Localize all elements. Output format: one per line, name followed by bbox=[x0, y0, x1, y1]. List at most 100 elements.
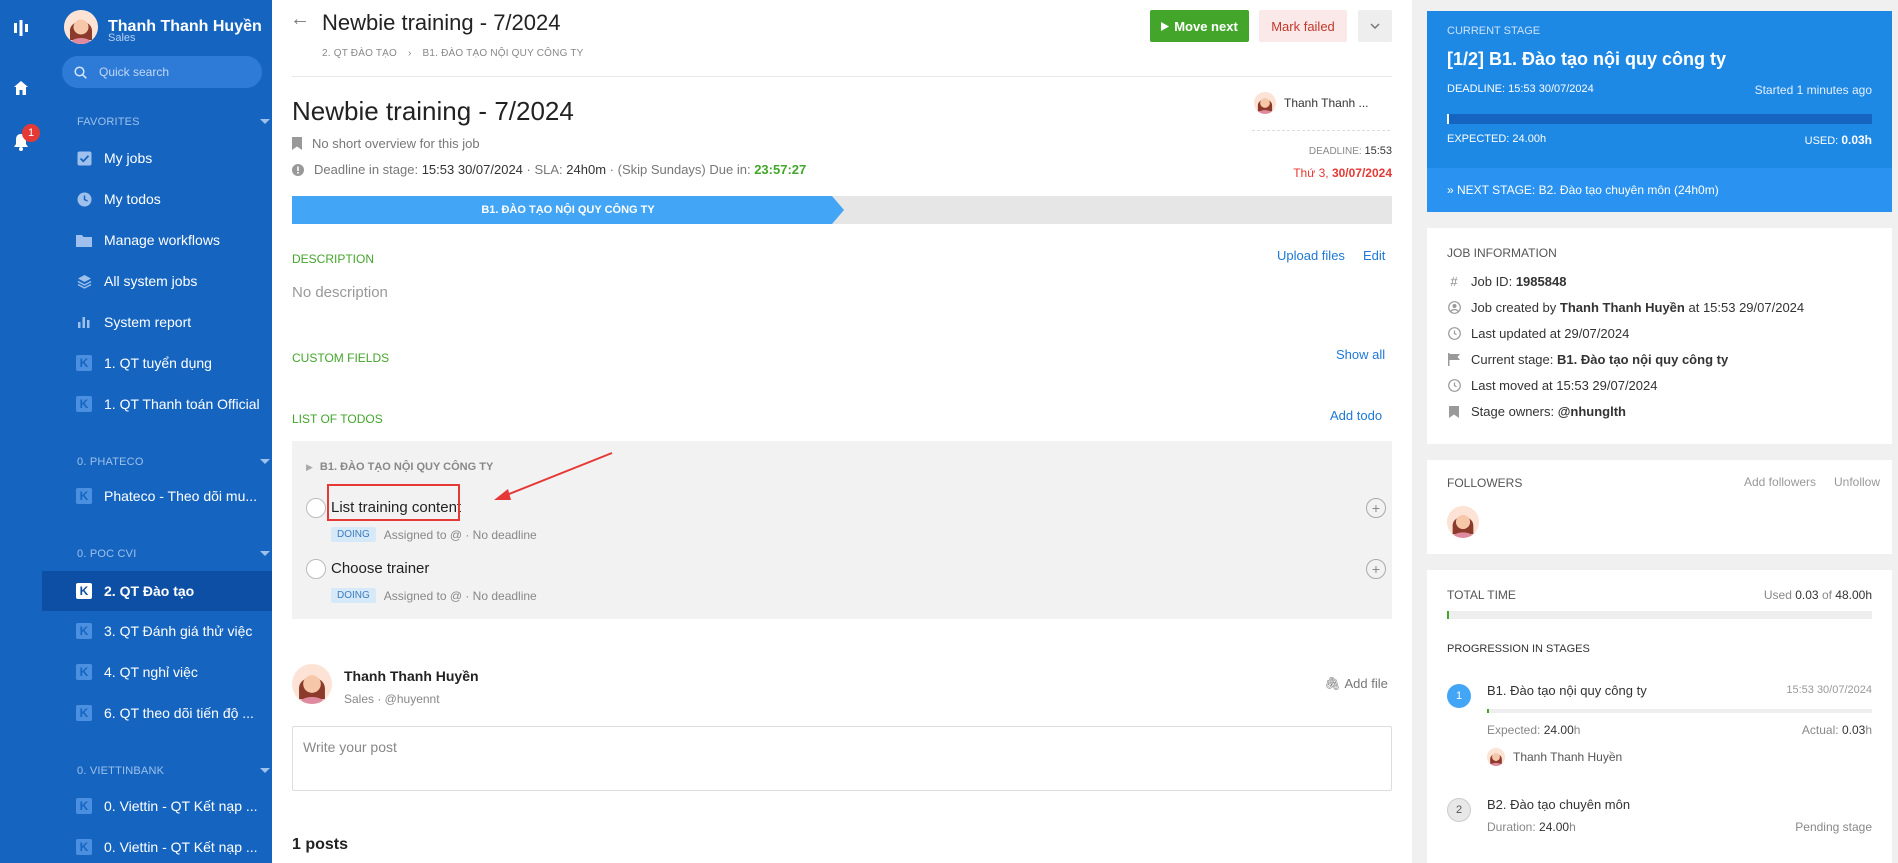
creator-name[interactable]: Thanh Thanh Huyền bbox=[1560, 300, 1685, 315]
hash-icon: # bbox=[1450, 274, 1458, 289]
followers-card: FOLLOWERS Add followers Unfollow bbox=[1427, 460, 1892, 554]
search-placeholder: Quick search bbox=[99, 65, 170, 79]
current-stage-deadline: DEADLINE: 15:53 30/07/2024 bbox=[1447, 83, 1594, 95]
description-title: DESCRIPTION bbox=[292, 252, 375, 266]
sidebar-item-qt-nghi-viec[interactable]: K 4. QT nghỉ việc bbox=[42, 654, 272, 690]
stage-owners-row: Stage owners: @nhunglth bbox=[1447, 404, 1626, 419]
sidebar-item-qt-dao-tao[interactable]: K 2. QT Đào tạo bbox=[42, 571, 272, 611]
add-file-button[interactable]: 🖇 Add file bbox=[1324, 676, 1388, 692]
viettinbank-section-title[interactable]: 0. VIETTINBANK bbox=[77, 765, 270, 777]
sidebar-item-phateco[interactable]: K Phateco - Theo dõi mu... bbox=[42, 478, 272, 514]
sidebar-item-viettin-1[interactable]: K 0. Viettin - QT Kết nạp ... bbox=[42, 788, 272, 824]
skip-sundays-text: · (Skip Sundays) Due in: bbox=[609, 162, 751, 177]
stage-progress-label[interactable]: B1. ĐÀO TẠO NỘI QUY CÔNG TY bbox=[292, 196, 844, 224]
expected-time: EXPECTED: 24.00h bbox=[1447, 133, 1547, 145]
stage-time-bar bbox=[1447, 114, 1872, 124]
move-next-button[interactable]: Move next bbox=[1150, 10, 1249, 42]
back-arrow-icon[interactable]: ← bbox=[290, 8, 310, 31]
stage-owner[interactable]: @nhunglth bbox=[1558, 404, 1626, 419]
deadline-value: 15:53 30/07/2024 bbox=[421, 162, 523, 177]
overview-text: No short overview for this job bbox=[312, 136, 480, 151]
due-in-timer: 23:57:27 bbox=[754, 162, 807, 177]
more-options-button[interactable] bbox=[1358, 10, 1392, 42]
owner-name: Thanh Thanh ... bbox=[1284, 96, 1369, 110]
current-stage-card: CURRENT STAGE [1/2] B1. Đào tạo nội quy … bbox=[1427, 11, 1892, 212]
phateco-section-title[interactable]: 0. PHATECO bbox=[77, 456, 270, 468]
sidebar-item-viettin-2[interactable]: K 0. Viettin - QT Kết nạp ... bbox=[42, 829, 272, 863]
k-icon: K bbox=[76, 798, 92, 814]
todo-stage-header[interactable]: ▶ B1. ĐÀO TẠO NỘI QUY CÔNG TY bbox=[306, 461, 493, 473]
breadcrumb-item[interactable]: B1. ĐÀO TẠO NỘI QUY CÔNG TY bbox=[423, 48, 584, 59]
stage-step-name[interactable]: B2. Đào tạo chuyên môn bbox=[1487, 797, 1630, 812]
sidebar-item-manage-workflows[interactable]: Manage workflows bbox=[42, 222, 272, 258]
current-stage-title: [1/2] B1. Đào tạo nội quy công ty bbox=[1447, 49, 1727, 69]
breadcrumb-separator: › bbox=[408, 48, 412, 59]
poc-cvi-section-title[interactable]: 0. POC CVI bbox=[77, 548, 270, 560]
job-created-row: Job created by Thanh Thanh Huyền at 15:5… bbox=[1447, 300, 1804, 315]
k-icon: K bbox=[76, 488, 92, 504]
clock-icon bbox=[1447, 327, 1461, 341]
favorites-section-title[interactable]: FAVORITES bbox=[77, 116, 270, 128]
todo-title[interactable]: Choose trainer bbox=[331, 560, 429, 577]
stage-step-status: Pending stage bbox=[1795, 820, 1872, 834]
show-all-link[interactable]: Show all bbox=[1336, 347, 1385, 362]
sidebar-item-qt-thanh-toan[interactable]: K 1. QT Thanh toán Official bbox=[42, 386, 272, 422]
sidebar-item-label: 0. Viettin - QT Kết nạp ... bbox=[104, 839, 258, 855]
todo-checkbox[interactable] bbox=[306, 498, 326, 518]
move-next-label: Move next bbox=[1174, 18, 1238, 34]
search-input[interactable]: Quick search bbox=[62, 56, 262, 88]
next-stage[interactable]: » NEXT STAGE: B2. Đào tạo chuyên môn (24… bbox=[1427, 168, 1892, 212]
last-updated-row: Last updated at 29/07/2024 bbox=[1447, 326, 1629, 341]
todo-item: Choose trainer DOING Assigned to @ · No d… bbox=[306, 557, 1386, 603]
notification-badge: 1 bbox=[22, 124, 40, 142]
collapse-icon[interactable] bbox=[260, 551, 270, 556]
collapse-icon[interactable] bbox=[260, 119, 270, 124]
add-subtask-icon[interactable]: + bbox=[1366, 559, 1386, 579]
next-stage-label: » NEXT STAGE: B2. Đào tạo chuyên môn bbox=[1447, 183, 1671, 197]
deadline-label: DEADLINE: 15:53 bbox=[1308, 145, 1392, 157]
stage-progress-bar: B1. ĐÀO TẠO NỘI QUY CÔNG TY bbox=[292, 196, 1392, 224]
description-empty[interactable]: No description bbox=[292, 284, 388, 301]
collapse-icon[interactable] bbox=[260, 459, 270, 464]
add-todo-link[interactable]: Add todo bbox=[1330, 408, 1382, 423]
sidebar-item-my-todos[interactable]: My todos bbox=[42, 181, 272, 217]
post-placeholder: Write your post bbox=[303, 739, 397, 755]
job-title: Newbie training - 7/2024 bbox=[292, 96, 574, 126]
todos-title: LIST OF TODOS bbox=[292, 412, 383, 426]
bookmark-icon bbox=[292, 137, 302, 150]
sidebar-item-qt-tuyen-dung[interactable]: K 1. QT tuyển dụng bbox=[42, 345, 272, 381]
home-icon[interactable] bbox=[11, 78, 31, 98]
page-title: Newbie training - 7/2024 bbox=[322, 10, 561, 35]
icon-rail: 1 bbox=[0, 0, 42, 863]
post-input[interactable]: Write your post bbox=[292, 726, 1392, 791]
sidebar-item-qt-danh-gia[interactable]: K 3. QT Đánh giá thử việc bbox=[42, 613, 272, 649]
unfollow-link[interactable]: Unfollow bbox=[1834, 475, 1880, 489]
avatar bbox=[1254, 92, 1276, 114]
stage-step-name[interactable]: B1. Đào tạo nội quy công ty bbox=[1487, 683, 1647, 698]
app-logo-icon[interactable] bbox=[11, 18, 31, 38]
mark-failed-button[interactable]: Mark failed bbox=[1259, 10, 1347, 42]
k-icon: K bbox=[76, 705, 92, 721]
sidebar-item-system-report[interactable]: System report bbox=[42, 304, 272, 340]
user-role: Sales bbox=[108, 32, 136, 44]
sidebar-item-qt-theo-doi[interactable]: K 6. QT theo dõi tiến độ ... bbox=[42, 695, 272, 731]
checkbox-icon bbox=[76, 150, 92, 166]
collapse-icon[interactable] bbox=[260, 768, 270, 773]
breadcrumb-item[interactable]: 2. QT ĐÀO TẠO bbox=[322, 48, 397, 59]
user-circle-icon bbox=[1447, 301, 1461, 315]
todo-stage-label: B1. ĐÀO TẠO NỘI QUY CÔNG TY bbox=[319, 461, 494, 473]
job-info-title: JOB INFORMATION bbox=[1447, 246, 1557, 260]
avatar[interactable] bbox=[1447, 506, 1479, 538]
user-profile[interactable]: Thanh Thanh Huyền Sales bbox=[64, 10, 262, 44]
avatar[interactable] bbox=[292, 664, 332, 704]
todo-checkbox[interactable] bbox=[306, 559, 326, 579]
current-stage-row: Current stage: B1. Đào tạo nội quy công … bbox=[1447, 352, 1728, 367]
edit-description-link[interactable]: Edit bbox=[1363, 248, 1385, 263]
upload-files-link[interactable]: Upload files bbox=[1277, 248, 1345, 263]
add-subtask-icon[interactable]: + bbox=[1366, 498, 1386, 518]
job-owner[interactable]: Thanh Thanh ... bbox=[1254, 92, 1369, 114]
author-name: Thanh Thanh Huyền bbox=[344, 668, 479, 684]
sidebar-item-all-system-jobs[interactable]: All system jobs bbox=[42, 263, 272, 299]
add-followers-link[interactable]: Add followers bbox=[1744, 475, 1816, 489]
sidebar-item-my-jobs[interactable]: My jobs bbox=[42, 140, 272, 176]
